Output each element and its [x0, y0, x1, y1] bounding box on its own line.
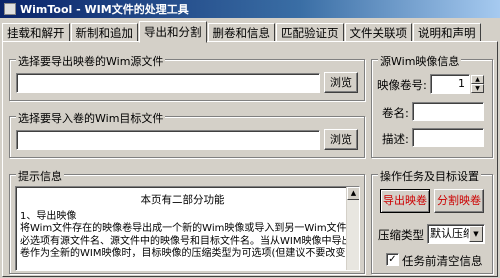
hint-scrollbar[interactable]: ▲	[346, 187, 359, 270]
title-bar: WimTool - WIM文件的处理工具	[0, 0, 500, 18]
import-target-group: 选择要导入卷的Wim目标文件 浏览	[9, 110, 365, 158]
hint-line: 1、导出映像	[20, 210, 77, 222]
tab-export-split[interactable]: 导出和分割	[139, 21, 207, 43]
export-volume-button[interactable]: 导出映卷	[380, 189, 430, 213]
tab-file-assoc[interactable]: 文件关联项	[344, 23, 412, 42]
source-info-title: 源Wim映像信息	[378, 53, 462, 69]
volume-number-spinner[interactable]: ▲ ▼	[471, 75, 484, 94]
hint-title: 提示信息	[16, 168, 64, 184]
task-title: 操作任务及目标设置	[378, 168, 481, 184]
clear-before-task-label: 任务前清空信息	[402, 254, 483, 268]
volume-description-label: 描述:	[382, 132, 409, 146]
volume-number-input[interactable]: 1	[430, 74, 470, 94]
window-title: WimTool - WIM文件的处理工具	[20, 3, 189, 16]
compression-value: 默认压缩	[430, 227, 474, 240]
export-source-group: 选择要导出映卷的Wim源文件 浏览	[9, 53, 365, 101]
tab-verify[interactable]: 匹配验证页	[276, 23, 344, 42]
task-group: 操作任务及目标设置 导出映卷 分割映卷 压缩类型 默认压缩 ▼ ✓ 任务前清空信…	[371, 168, 493, 274]
tab-page: 选择要导出映卷的Wim源文件 浏览 选择要导入卷的Wim目标文件 浏览 源Wim…	[2, 41, 498, 277]
volume-name-input[interactable]	[412, 102, 484, 121]
compression-label: 压缩类型	[378, 228, 424, 242]
chevron-down-icon[interactable]: ▼	[469, 226, 483, 242]
export-source-input[interactable]	[16, 73, 320, 93]
tab-strip: 挂载和解开 新制和追加 导出和分割 删卷和信息 匹配验证页 文件关联项 说明和声…	[2, 20, 482, 43]
hint-line: 必选项有源文件名、源文件中的映像号和目标文件名。当从WIM映像中导出一个	[20, 235, 360, 247]
import-target-browse-button[interactable]: 浏览	[324, 129, 358, 150]
tab-delete-info[interactable]: 删卷和信息	[207, 23, 275, 42]
hint-textarea[interactable]: 本页有二部分功能 1、导出映像 将Wim文件存在的映像卷导出成一个新的Wim映像…	[15, 186, 360, 271]
app-icon	[4, 3, 16, 15]
compression-select[interactable]: 默认压缩 ▼	[427, 224, 485, 244]
export-source-title: 选择要导出映卷的Wim源文件	[16, 53, 166, 69]
hint-heading: 本页有二部分功能	[140, 194, 225, 206]
split-volume-button[interactable]: 分割映卷	[434, 189, 484, 213]
tab-mount[interactable]: 挂载和解开	[2, 23, 70, 42]
hint-line: 卷作为全新的WIM映像时，目标映像的压缩类型为可选项(但建议不要改变)。	[20, 248, 360, 259]
volume-name-label: 卷名:	[382, 106, 409, 120]
volume-description-input[interactable]	[412, 128, 484, 147]
import-target-title: 选择要导入卷的Wim目标文件	[16, 110, 166, 126]
export-source-browse-button[interactable]: 浏览	[324, 72, 358, 93]
import-target-input[interactable]	[16, 130, 320, 150]
hint-group: 提示信息 本页有二部分功能 1、导出映像 将Wim文件存在的映像卷导出成一个新的…	[9, 168, 365, 274]
volume-number-label: 映像卷号:	[377, 78, 427, 92]
scroll-up-icon[interactable]: ▲	[347, 187, 359, 200]
tab-create[interactable]: 新制和追加	[70, 23, 138, 42]
spin-up-icon[interactable]: ▲	[471, 75, 484, 84]
hint-line: 将Wim文件存在的映像卷导出成一个新的Wim映像或导入到另一Wim文件中，	[20, 223, 360, 234]
tab-about[interactable]: 说明和声明	[413, 23, 481, 42]
source-info-group: 源Wim映像信息 映像卷号: 1 ▲ ▼ 卷名: 描述:	[371, 53, 493, 158]
clear-before-task-checkbox[interactable]: ✓	[386, 253, 399, 266]
spin-down-icon[interactable]: ▼	[471, 84, 484, 93]
